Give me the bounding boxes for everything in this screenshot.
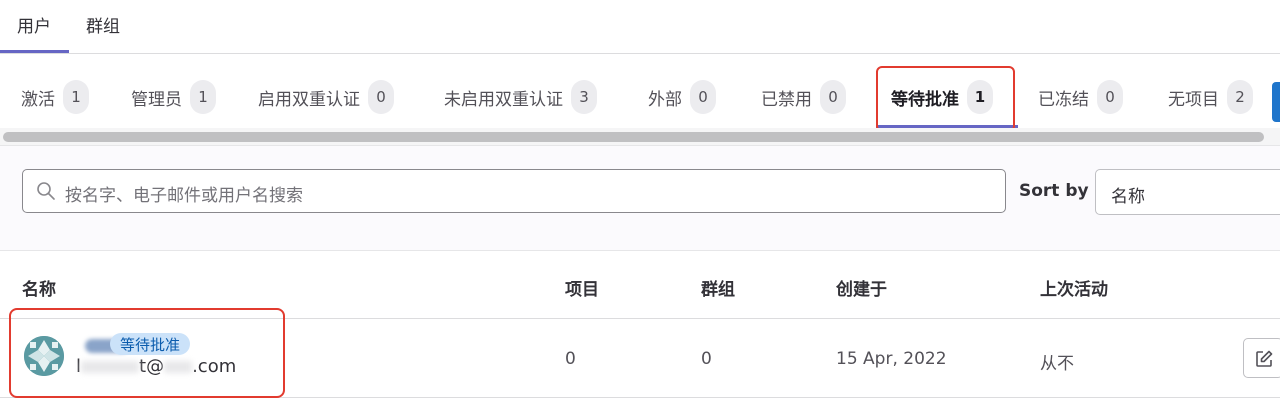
filter-tab-label: 激活: [21, 89, 55, 110]
sort-selected-value: 名称: [1111, 187, 1145, 207]
count-badge: 2: [1227, 80, 1253, 114]
new-user-button-edge[interactable]: [1272, 82, 1280, 122]
filter-tab-external[interactable]: 外部 0: [648, 78, 716, 116]
edit-button[interactable]: [1243, 338, 1280, 378]
column-header-created: 创建于: [836, 280, 887, 300]
column-header-last-activity: 上次活动: [1040, 280, 1108, 300]
filter-tab-2fa-disabled[interactable]: 未启用双重认证 3: [444, 78, 597, 116]
top-tabs: 用户 群组: [0, 0, 1280, 54]
horizontal-scrollbar[interactable]: [0, 128, 1280, 146]
search-input[interactable]: 按名字、电子邮件或用户名搜索: [22, 169, 1006, 213]
filter-tab-label: 已冻结: [1038, 89, 1089, 110]
annotation-highlight-pending-tab: [876, 66, 1015, 132]
count-badge: 0: [820, 80, 846, 114]
filter-tab-2fa-enabled[interactable]: 启用双重认证 0: [258, 78, 394, 116]
search-icon: [37, 182, 55, 200]
filter-tab-label: 无项目: [1168, 89, 1219, 110]
filter-tab-active[interactable]: 激活 1: [21, 78, 89, 116]
filter-tab-without-projects[interactable]: 无项目 2: [1168, 78, 1253, 116]
count-badge: 0: [1097, 80, 1123, 114]
column-header-groups: 群组: [701, 280, 735, 300]
pencil-square-icon: [1256, 350, 1273, 367]
count-badge: 1: [63, 80, 89, 114]
sort-dropdown[interactable]: 名称: [1095, 169, 1280, 215]
filter-tab-label: 外部: [648, 89, 682, 110]
column-header-projects: 项目: [565, 280, 599, 300]
filter-tab-blocked[interactable]: 已禁用 0: [761, 78, 846, 116]
active-tab-indicator: [0, 50, 69, 53]
filter-tab-banned[interactable]: 已冻结 0: [1038, 78, 1123, 116]
cell-created: 15 Apr, 2022: [836, 349, 947, 369]
search-placeholder: 按名字、电子邮件或用户名搜索: [65, 186, 303, 206]
count-badge: 0: [368, 80, 394, 114]
cell-groups: 0: [701, 349, 712, 369]
tab-groups[interactable]: 群组: [86, 12, 120, 37]
filter-tab-label: 已禁用: [761, 89, 812, 110]
filter-tab-label: 管理员: [131, 89, 182, 110]
tab-users[interactable]: 用户: [17, 12, 51, 37]
search-sort-bar: 按名字、电子邮件或用户名搜索 Sort by 名称: [0, 146, 1280, 251]
scrollbar-thumb[interactable]: [3, 132, 1264, 142]
filter-tab-admins[interactable]: 管理员 1: [131, 78, 216, 116]
annotation-highlight-user-row: [9, 308, 285, 398]
filter-tab-label: 启用双重认证: [258, 89, 360, 110]
count-badge: 0: [690, 80, 716, 114]
sort-label: Sort by: [1019, 181, 1089, 201]
column-header-name: 名称: [22, 280, 56, 300]
count-badge: 3: [571, 80, 597, 114]
filter-tab-label: 未启用双重认证: [444, 89, 563, 110]
count-badge: 1: [190, 80, 216, 114]
cell-last-activity: 从不: [1040, 354, 1074, 374]
cell-projects: 0: [565, 349, 576, 369]
user-filter-tabs: 激活 1 管理员 1 启用双重认证 0 未启用双重认证 3 外部 0 已禁用 0…: [0, 54, 1280, 134]
